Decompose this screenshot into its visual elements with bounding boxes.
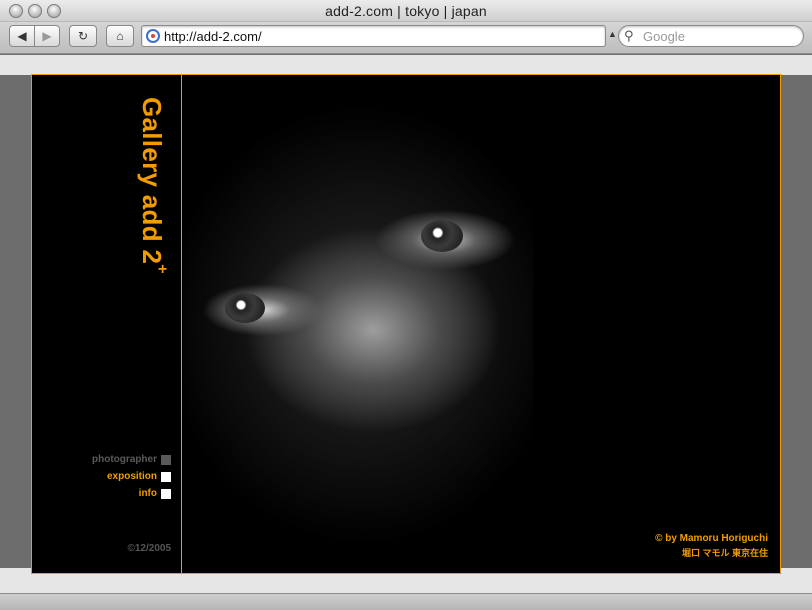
portrait-photo — [183, 75, 533, 573]
photo-eye-right — [421, 220, 463, 252]
home-icon: ⌂ — [116, 29, 124, 43]
search-input[interactable] — [643, 28, 798, 44]
credit-english: © by Mamoru Horiguchi — [655, 533, 768, 544]
browser-toolbar: ◀ ▶ ↻ ⌂ http://add-2.com/ ▲ ⚲ — [0, 22, 812, 54]
forward-button[interactable]: ▶ — [34, 25, 60, 47]
browser-statusbar — [0, 593, 812, 610]
address-bar[interactable]: http://add-2.com/ — [141, 25, 606, 47]
address-url[interactable]: http://add-2.com/ — [164, 29, 262, 44]
gallery-sidebar: Gallery add 2+ photographer exposition i… — [32, 75, 182, 573]
window-titlebar: add-2.com | tokyo | japan — [0, 0, 812, 22]
photo-eye-left — [225, 293, 265, 323]
square-bullet-icon — [161, 488, 171, 499]
back-arrow-icon: ◀ — [17, 29, 27, 43]
site-favicon-icon — [146, 29, 160, 43]
nav-item-info[interactable]: info — [92, 485, 171, 502]
address-dropdown-icon[interactable]: ▲ — [608, 29, 617, 39]
nav-item-exposition[interactable]: exposition — [92, 468, 171, 485]
photo-credit: © by Mamoru Horiguchi 堀口 マモル 東京在住 — [655, 533, 768, 559]
gallery-nav: photographer exposition info — [92, 451, 171, 502]
reload-button[interactable]: ↻ — [69, 25, 97, 47]
copyright-date: ©12/2005 — [127, 543, 171, 554]
reload-icon: ↻ — [77, 29, 89, 43]
gallery-frame: Gallery add 2+ photographer exposition i… — [31, 74, 781, 574]
window-title: add-2.com | tokyo | japan — [325, 3, 487, 19]
gallery-brand-title: Gallery add 2+ — [137, 97, 171, 274]
search-box[interactable]: ⚲ — [618, 25, 804, 47]
square-bullet-icon — [161, 471, 171, 482]
credit-japanese: 堀口 マモル 東京在住 — [681, 548, 768, 558]
forward-arrow-icon: ▶ — [42, 29, 52, 43]
square-bullet-icon — [161, 454, 171, 465]
nav-item-photographer[interactable]: photographer — [92, 451, 171, 468]
back-button[interactable]: ◀ — [9, 25, 35, 47]
search-icon[interactable]: ⚲ — [624, 28, 634, 44]
home-button[interactable]: ⌂ — [106, 25, 134, 47]
